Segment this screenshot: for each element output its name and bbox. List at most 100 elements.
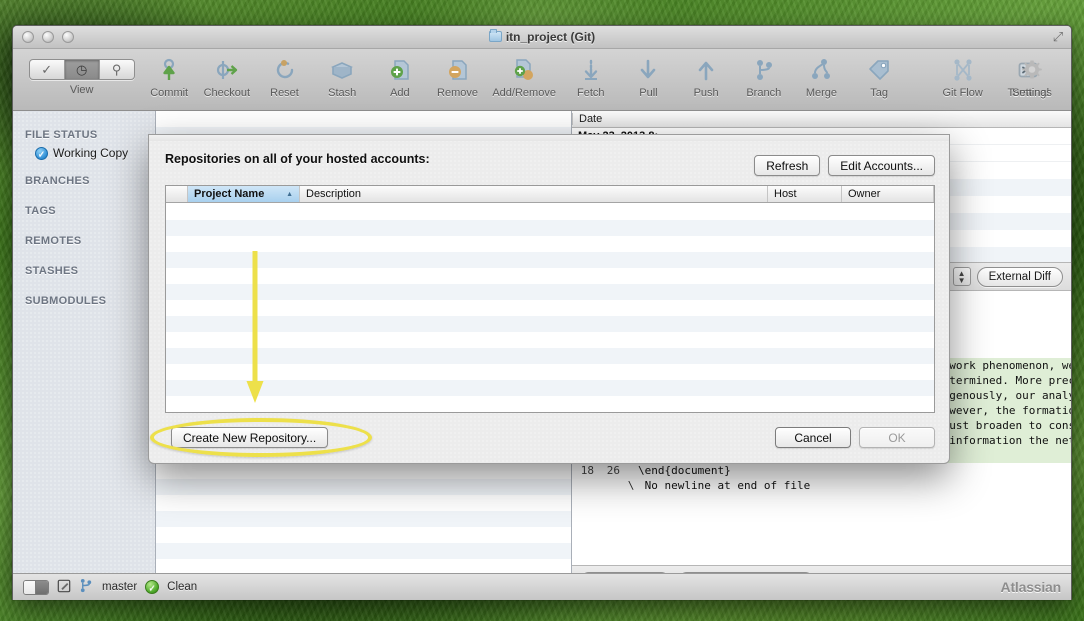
sidebar-item-working-copy[interactable]: ✓ Working Copy [13, 145, 155, 161]
dialog-bottom-actions: Create New Repository... Cancel OK [149, 417, 949, 463]
diff-stepper[interactable]: ▲ ▼ [953, 267, 971, 286]
diff-line-text: \end{document} [638, 463, 1071, 478]
add-remove-icon [486, 58, 562, 84]
diff-sign: \ [624, 478, 638, 493]
toolbar-label-add-remove: Add/Remove [486, 87, 562, 99]
folder-icon [489, 31, 502, 42]
cancel-button[interactable]: Cancel [775, 427, 851, 448]
toolbar-button-stash[interactable]: Stash [313, 53, 371, 99]
column-header-date[interactable]: Date [572, 113, 1071, 125]
toolbar-label-merge: Merge [793, 87, 851, 99]
branch-icon [79, 578, 94, 596]
check-circle-icon: ✓ [145, 580, 159, 594]
commit-list-header: Date [572, 111, 1071, 128]
stash-icon [313, 58, 371, 84]
sort-ascending-icon: ▲ [286, 186, 293, 202]
toolbar-label-stash: Stash [313, 87, 371, 99]
column-header-project-name[interactable]: Project Name ▲ [188, 186, 300, 202]
push-icon [677, 58, 735, 84]
ok-button[interactable]: OK [859, 427, 935, 448]
diff-line[interactable]: \ No newline at end of file [572, 478, 1071, 493]
sidebar-section-remotes[interactable]: REMOTES [13, 221, 155, 251]
column-header-blank[interactable] [166, 186, 188, 202]
sidebar-section-stashes[interactable]: STASHES [13, 251, 155, 281]
toolbar-button-push[interactable]: Push [677, 53, 735, 99]
edit-accounts-button[interactable]: Edit Accounts... [828, 155, 935, 176]
toolbar-label-pull: Pull [620, 87, 678, 99]
toolbar-label-remove: Remove [429, 87, 487, 99]
column-header-description[interactable]: Description [300, 186, 768, 202]
repositories-table-header: Project Name ▲ Description Host Owner [166, 186, 934, 203]
edit-icon[interactable] [57, 579, 71, 596]
sourcetree-window: itn_project (Git) ⤢ ✓ ◷ ⚲ View Commit [12, 25, 1072, 600]
toolbar-button-merge[interactable]: Merge [793, 53, 851, 99]
toolbar-label-git-flow: Git Flow [930, 87, 996, 99]
toolbar-label-branch: Branch [735, 87, 793, 99]
toolbar-button-add-remove[interactable]: Add/Remove [486, 53, 562, 99]
clone-repository-dialog: Repositories on all of your hosted accou… [148, 134, 950, 464]
stepper-down-icon[interactable]: ▼ [958, 277, 966, 284]
toolbar-label-checkout: Checkout [198, 87, 256, 99]
merge-icon [793, 58, 851, 84]
reset-icon [256, 58, 314, 84]
toolbar-button-remove[interactable]: Remove [429, 53, 487, 99]
diff-sign [624, 463, 638, 478]
diff-line-text: No newline at end of file [638, 478, 1071, 493]
toolbar-button-reset[interactable]: Reset [256, 53, 314, 99]
fullscreen-icon[interactable]: ⤢ [1051, 30, 1065, 44]
column-header-host[interactable]: Host [768, 186, 842, 202]
toolbar-button-checkout[interactable]: Checkout [198, 53, 256, 99]
diff-line[interactable]: 18 26 \end{document} [572, 463, 1071, 478]
add-icon [371, 58, 429, 84]
gear-icon [1003, 58, 1061, 84]
view-search-segment[interactable]: ⚲ [100, 60, 134, 79]
atlassian-brand: Atlassian [1001, 579, 1061, 595]
toolbar-button-branch[interactable]: Branch [735, 53, 793, 99]
main-toolbar: ✓ ◷ ⚲ View Commit Checkout [13, 49, 1071, 111]
checkout-icon [198, 58, 256, 84]
diff-old-line-number [572, 478, 598, 493]
window-titlebar: itn_project (Git) ⤢ [13, 26, 1071, 49]
refresh-button[interactable]: Refresh [754, 155, 820, 176]
panel-toggle-icon[interactable] [23, 580, 49, 595]
toolbar-label-settings: Settings [1003, 87, 1061, 99]
toolbar-label-commit: Commit [140, 87, 198, 99]
tag-icon [850, 58, 908, 84]
sidebar-section-branches[interactable]: BRANCHES [13, 161, 155, 191]
commit-icon [140, 58, 198, 84]
check-circle-icon: ✓ [35, 147, 48, 160]
sidebar-section-submodules[interactable]: SUBMODULES [13, 281, 155, 311]
sidebar-section-tags[interactable]: TAGS [13, 191, 155, 221]
sidebar: FILE STATUS ✓ Working Copy BRANCHES TAGS… [13, 111, 156, 595]
sidebar-item-label-working-copy: Working Copy [53, 146, 128, 160]
toolbar-button-settings[interactable]: Settings [1003, 53, 1061, 99]
create-new-repository-button[interactable]: Create New Repository... [171, 427, 328, 448]
status-bar: master ✓ Clean Atlassian [13, 573, 1071, 600]
status-branch-name: master [102, 581, 137, 593]
view-history-segment[interactable]: ◷ [65, 60, 100, 79]
toolbar-button-add[interactable]: Add [371, 53, 429, 99]
desktop-background: itn_project (Git) ⤢ ✓ ◷ ⚲ View Commit [0, 0, 1084, 621]
view-label: View [23, 84, 140, 96]
dialog-top-actions: Refresh Edit Accounts... [754, 155, 935, 176]
sidebar-section-file-status: FILE STATUS [13, 121, 155, 145]
repositories-table-rows [166, 204, 934, 412]
toolbar-label-fetch: Fetch [562, 87, 620, 99]
external-diff-button[interactable]: External Diff [977, 267, 1063, 287]
toolbar-button-tag[interactable]: Tag [850, 53, 908, 99]
view-checkmark-segment[interactable]: ✓ [30, 60, 65, 79]
pull-icon [620, 58, 678, 84]
toolbar-label-push: Push [677, 87, 735, 99]
fetch-icon [562, 58, 620, 84]
view-segmented-control[interactable]: ✓ ◷ ⚲ View [23, 53, 140, 96]
toolbar-button-fetch[interactable]: Fetch [562, 53, 620, 99]
remove-icon [429, 58, 487, 84]
diff-new-line-number: 26 [598, 463, 624, 478]
window-title-text: itn_project (Git) [506, 30, 595, 44]
repositories-table[interactable]: Project Name ▲ Description Host Owner [165, 185, 935, 413]
toolbar-button-pull[interactable]: Pull [620, 53, 678, 99]
column-header-owner[interactable]: Owner [842, 186, 934, 202]
toolbar-button-commit[interactable]: Commit [140, 53, 198, 99]
column-header-project-name-label: Project Name [194, 186, 264, 202]
toolbar-button-git-flow[interactable]: Git Flow [930, 53, 996, 99]
